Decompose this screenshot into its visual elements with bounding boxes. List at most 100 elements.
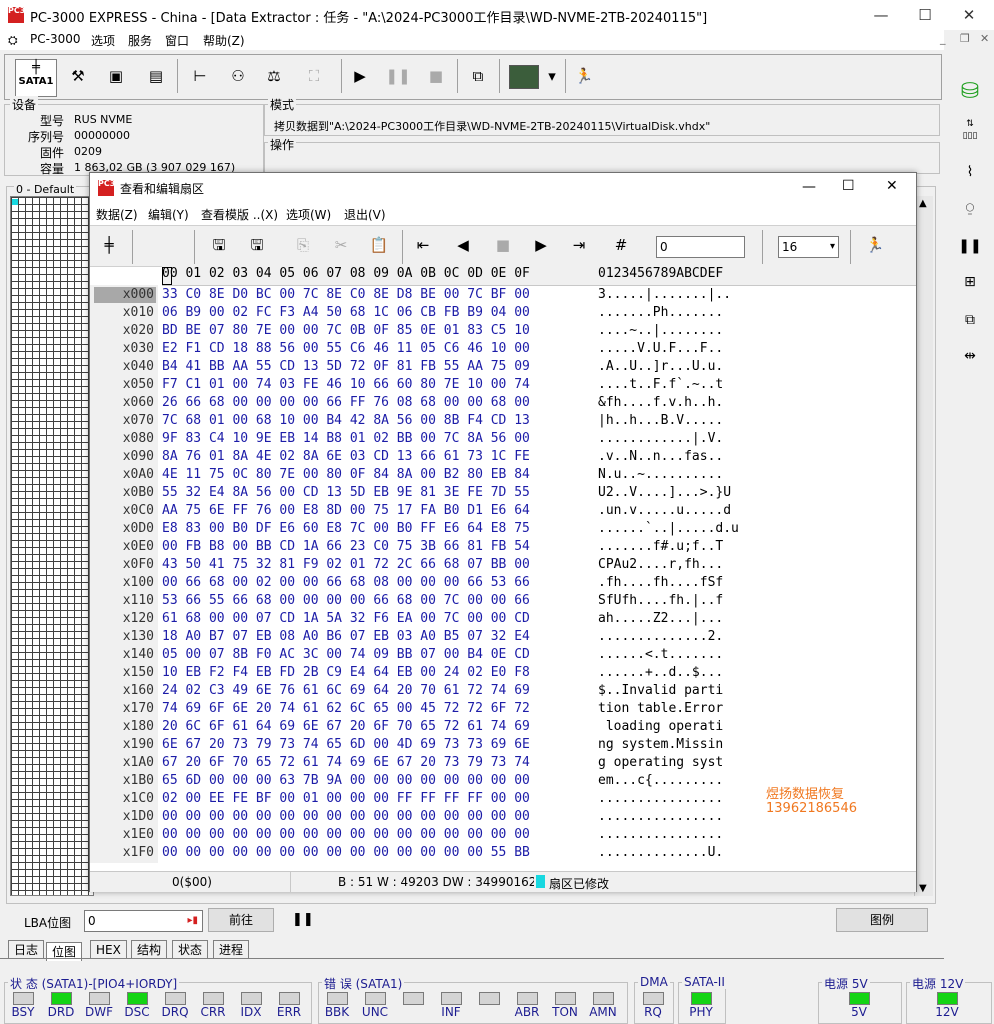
- lba-dropdown-icon[interactable]: ▸▮: [187, 911, 198, 931]
- row-hex-bytes[interactable]: E8 83 00 B0 DF E6 60 E8 7C 00 B0 FF E6 6…: [162, 521, 530, 536]
- row-hex-bytes[interactable]: 55 32 E4 8A 56 00 CD 13 5D EB 9E 81 3E F…: [162, 485, 530, 500]
- maximize-icon[interactable]: ☐: [902, 0, 948, 30]
- dialog-menu-edit[interactable]: 编辑(Y): [148, 206, 189, 223]
- row-ascii[interactable]: ................: [598, 827, 758, 842]
- tools-icon[interactable]: ⚒: [65, 63, 91, 89]
- row-hex-bytes[interactable]: 33 C0 8E D0 BC 00 7C 8E C0 8E D8 BE 00 7…: [162, 287, 530, 302]
- row-ascii[interactable]: $..Invalid parti: [598, 683, 758, 698]
- row-ascii[interactable]: .fh....fh....fSf: [598, 575, 758, 590]
- row-hex-bytes[interactable]: 74 69 6F 6E 20 74 61 62 6C 65 00 45 72 7…: [162, 701, 530, 716]
- pause-icon[interactable]: ❚❚: [385, 63, 411, 89]
- menu-options[interactable]: 选项: [91, 32, 115, 49]
- menu-window[interactable]: 窗口: [165, 32, 189, 49]
- row-hex-bytes[interactable]: E2 F1 CD 18 88 56 00 55 C6 46 11 05 C6 4…: [162, 341, 530, 356]
- row-hex-bytes[interactable]: AA 75 6E FF 76 00 E8 8D 00 75 17 FA B0 D…: [162, 503, 530, 518]
- row-ascii[interactable]: ....~..|........: [598, 323, 758, 338]
- dialog-menu-exit[interactable]: 退出(V): [344, 206, 386, 223]
- sector-stop-icon[interactable]: ■: [490, 232, 516, 258]
- row-hex-bytes[interactable]: 67 20 6F 70 65 72 61 74 69 6E 67 20 73 7…: [162, 755, 530, 770]
- row-ascii[interactable]: .v..N..n...fas..: [598, 449, 758, 464]
- connect-icon[interactable]: ⊞: [954, 268, 986, 296]
- chevron-down-icon[interactable]: ▾: [539, 63, 565, 89]
- binoculars-icon[interactable]: ⚇: [225, 63, 251, 89]
- scroll-up-icon[interactable]: ▲: [919, 198, 927, 209]
- dialog-sata-icon[interactable]: ╪: [96, 232, 122, 258]
- copy-delete-icon[interactable]: ⧉: [954, 306, 986, 334]
- slider-icon[interactable]: ⇹: [954, 342, 986, 370]
- row-ascii[interactable]: ................: [598, 791, 758, 806]
- dialog-exit-icon[interactable]: 🏃: [862, 232, 888, 258]
- row-ascii[interactable]: ....t..F.f`.~..t: [598, 377, 758, 392]
- row-ascii[interactable]: |h..h...B.V.....: [598, 413, 758, 428]
- row-hex-bytes[interactable]: 10 EB F2 F4 EB FD 2B C9 E4 64 EB 00 24 0…: [162, 665, 530, 680]
- mdi-minimize-icon[interactable]: _: [940, 32, 946, 45]
- disk-info-icon[interactable]: ▣: [103, 63, 129, 89]
- row-hex-bytes[interactable]: 20 6C 6F 61 64 69 6E 67 20 6F 70 65 72 6…: [162, 719, 530, 734]
- copy-window-icon[interactable]: ⧉: [465, 63, 491, 89]
- probe-icon[interactable]: ⌇: [954, 158, 986, 186]
- row-hex-bytes[interactable]: 9F 83 C4 10 9E EB 14 B8 01 02 BB 00 7C 8…: [162, 431, 530, 446]
- scale-icon[interactable]: ⚖: [261, 63, 287, 89]
- row-ascii[interactable]: .un.v.....u.....d: [598, 503, 758, 518]
- zero-icon[interactable]: ⍜: [954, 194, 986, 222]
- row-ascii[interactable]: ng system.Missin: [598, 737, 758, 752]
- row-ascii[interactable]: loading operati: [598, 719, 758, 734]
- mdi-close-icon[interactable]: ✕: [980, 32, 989, 45]
- hex-rows[interactable]: x000 33 C0 8E D0 BC 00 7C 8E C0 8E D8 BE …: [90, 285, 916, 865]
- row-hex-bytes[interactable]: 00 66 68 00 02 00 00 66 68 08 00 00 00 6…: [162, 575, 530, 590]
- row-hex-bytes[interactable]: 26 66 68 00 00 00 00 66 FF 76 08 68 00 0…: [162, 395, 530, 410]
- tab-process[interactable]: 进程: [213, 940, 250, 959]
- goto-button[interactable]: 前往: [208, 908, 274, 932]
- row-ascii[interactable]: 3.....|.......|..: [598, 287, 758, 302]
- cut-icon[interactable]: ✂: [328, 232, 354, 258]
- row-ascii[interactable]: .......f#.u;f..T: [598, 539, 758, 554]
- dialog-menu-data[interactable]: 数据(Z): [96, 206, 138, 223]
- row-ascii[interactable]: SfUfh....fh.|..f: [598, 593, 758, 608]
- row-ascii[interactable]: .....V.U.F...F..: [598, 341, 758, 356]
- legend-button[interactable]: 图例: [836, 908, 928, 932]
- row-hex-bytes[interactable]: 6E 67 20 73 79 73 74 65 6D 00 4D 69 73 7…: [162, 737, 530, 752]
- lba-bitmap-grid[interactable]: [10, 196, 94, 896]
- row-ascii[interactable]: em...c{.........: [598, 773, 758, 788]
- mdi-restore-icon[interactable]: ❐: [960, 32, 970, 45]
- stop-icon[interactable]: ■: [423, 63, 449, 89]
- row-hex-bytes[interactable]: 8A 76 01 8A 4E 02 8A 6E 03 CD 13 66 61 7…: [162, 449, 530, 464]
- play-icon[interactable]: ▶: [347, 63, 373, 89]
- last-sector-icon[interactable]: ⇥: [566, 232, 592, 258]
- tab-structure[interactable]: 结构: [131, 940, 168, 959]
- dialog-minimize-icon[interactable]: —: [802, 179, 816, 195]
- row-hex-bytes[interactable]: 00 00 00 00 00 00 00 00 00 00 00 00 00 0…: [162, 827, 530, 842]
- sector-offset-input[interactable]: 0: [656, 236, 745, 258]
- paste-icon[interactable]: 📋: [366, 232, 392, 258]
- row-hex-bytes[interactable]: 53 66 55 66 68 00 00 00 00 66 68 00 7C 0…: [162, 593, 530, 608]
- row-ascii[interactable]: .A..U..]r...U.u.: [598, 359, 758, 374]
- row-hex-bytes[interactable]: 65 6D 00 00 00 63 7B 9A 00 00 00 00 00 0…: [162, 773, 530, 788]
- percent-icon[interactable]: ▤: [143, 63, 169, 89]
- lba-pause-icon[interactable]: ❚❚: [292, 912, 314, 927]
- dialog-close-icon[interactable]: ✕: [886, 178, 898, 194]
- power-disk-icon[interactable]: ⛁: [954, 78, 986, 106]
- row-hex-bytes[interactable]: 02 00 EE FE BF 00 01 00 00 00 FF FF FF F…: [162, 791, 530, 806]
- copy-icon[interactable]: ⎘: [290, 232, 316, 258]
- tab-hex[interactable]: HEX: [90, 940, 127, 959]
- row-hex-bytes[interactable]: 06 B9 00 02 FC F3 A4 50 68 1C 06 CB FB B…: [162, 305, 530, 320]
- first-sector-icon[interactable]: ⇤: [410, 232, 436, 258]
- row-hex-bytes[interactable]: 7C 68 01 00 68 10 00 B4 42 8A 56 00 8B F…: [162, 413, 530, 428]
- row-hex-bytes[interactable]: 00 00 00 00 00 00 00 00 00 00 00 00 00 0…: [162, 845, 530, 860]
- reset-icon[interactable]: ⇅ ▯▯▯: [954, 118, 986, 146]
- row-ascii[interactable]: N.u..~..........: [598, 467, 758, 482]
- exit-icon[interactable]: 🏃: [571, 63, 597, 89]
- menu-service[interactable]: 服务: [128, 32, 152, 49]
- save-sector-icon[interactable]: 🖫: [206, 232, 232, 258]
- screen-icon[interactable]: [509, 65, 539, 89]
- row-hex-bytes[interactable]: BD BE 07 80 7E 00 00 7C 0B 0F 85 0E 01 8…: [162, 323, 530, 338]
- dialog-menu-view-template[interactable]: 查看模版 ..(X): [201, 206, 278, 223]
- row-hex-bytes[interactable]: 24 02 C3 49 6E 76 61 6C 69 64 20 70 61 7…: [162, 683, 530, 698]
- row-ascii[interactable]: ................: [598, 809, 758, 824]
- goto-sector-icon[interactable]: #: [608, 232, 634, 258]
- row-hex-bytes[interactable]: 4E 11 75 0C 80 7E 00 80 0F 84 8A 00 B2 8…: [162, 467, 530, 482]
- next-sector-icon[interactable]: ▶: [528, 232, 554, 258]
- row-ascii[interactable]: &fh....f.v.h..h.: [598, 395, 758, 410]
- tab-status[interactable]: 状态: [172, 940, 209, 959]
- row-hex-bytes[interactable]: 61 68 00 00 07 CD 1A 5A 32 F6 EA 00 7C 0…: [162, 611, 530, 626]
